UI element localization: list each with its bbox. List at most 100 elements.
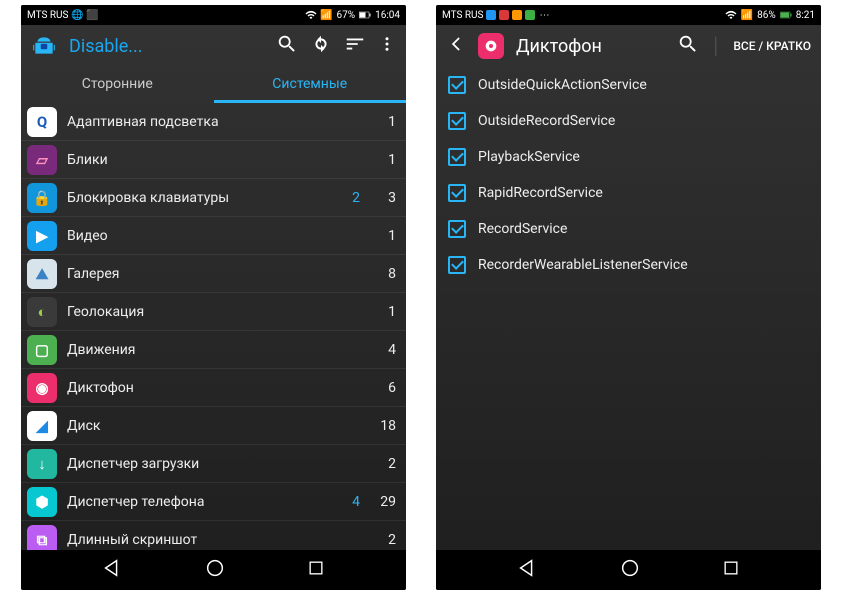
sort-icon[interactable]: [344, 33, 366, 59]
app-row-label: Блики: [67, 152, 324, 168]
app-row-label: Видео: [67, 228, 324, 244]
service-label: RecorderWearableListenerService: [478, 257, 688, 273]
app-row[interactable]: ◢ Диск 18: [21, 407, 406, 445]
app-row-label: Движения: [67, 342, 324, 358]
wifi-icon: [305, 9, 317, 21]
signal-icon: 📶: [321, 9, 333, 21]
app-list[interactable]: Q Адаптивная подсветка 1 ▱ Блики 1 🔒 Блокировка…: [21, 103, 406, 550]
status-icon: ⬛: [86, 9, 98, 21]
total-count: 2: [370, 532, 396, 548]
home-icon[interactable]: [204, 557, 226, 583]
service-label: PlaybackService: [478, 149, 580, 165]
app-row[interactable]: ◉ Диктофон 6: [21, 369, 406, 407]
app-row-label: Блокировка клавиатуры: [67, 190, 324, 206]
service-label: OutsideRecordService: [478, 113, 615, 129]
battery-icon: [359, 9, 371, 21]
checkbox-icon[interactable]: [448, 148, 466, 166]
app-row-label: Диспетчер телефона: [67, 494, 324, 510]
app-row[interactable]: ⛰ Галерея 8: [21, 255, 406, 293]
total-count: 8: [370, 266, 396, 282]
home-icon[interactable]: [619, 557, 641, 583]
signal-icon: 📶: [741, 9, 753, 21]
nav-bar: [21, 550, 406, 590]
tab-system[interactable]: Системные: [214, 67, 407, 103]
total-count: 2: [370, 456, 396, 472]
divider: │: [711, 36, 721, 56]
recent-icon[interactable]: [306, 558, 326, 582]
total-count: 1: [370, 152, 396, 168]
app-row-label: Диктофон: [67, 380, 324, 396]
app-icon: [478, 33, 504, 59]
total-count: 1: [370, 114, 396, 130]
tabs: Сторонние Системные: [21, 67, 406, 103]
battery-pct: 67%: [337, 10, 356, 21]
app-row-icon: ▶: [27, 221, 57, 251]
app-row[interactable]: ⬢ Диспетчер телефона 4 29: [21, 483, 406, 521]
recent-icon[interactable]: [721, 558, 741, 582]
battery-pct: 86%: [757, 10, 776, 21]
total-count: 29: [370, 494, 396, 510]
checkbox-icon[interactable]: [448, 112, 466, 130]
status-icon: [525, 10, 535, 20]
action-bar: Диктофон │ ВСЕ / КРАТКО: [436, 25, 821, 67]
service-row[interactable]: RapidRecordService: [436, 175, 821, 211]
app-row[interactable]: ◐Геолокация1: [21, 293, 406, 331]
app-row[interactable]: ▶ Видео 1: [21, 217, 406, 255]
total-count: 1: [370, 304, 396, 320]
app-icon: [31, 33, 57, 59]
service-label: OutsideQuickActionService: [478, 77, 647, 93]
total-count: 3: [370, 190, 396, 206]
service-row[interactable]: OutsideRecordService: [436, 103, 821, 139]
status-icon: [486, 10, 496, 20]
app-row-icon: Q: [27, 107, 57, 137]
back-icon[interactable]: [101, 557, 123, 583]
tab-third-party[interactable]: Сторонние: [21, 67, 214, 103]
app-row[interactable]: ▢Движения4: [21, 331, 406, 369]
checkbox-icon[interactable]: [448, 220, 466, 238]
service-list[interactable]: OutsideQuickActionService OutsideRecordSe…: [436, 67, 821, 550]
app-row-icon: ⬢: [27, 487, 57, 517]
total-count: 6: [370, 380, 396, 396]
app-row-label: Длинный скриншот: [67, 532, 324, 548]
app-row[interactable]: ↓Диспетчер загрузки2: [21, 445, 406, 483]
app-row[interactable]: Q Адаптивная подсветка 1: [21, 103, 406, 141]
app-row-label: Диск: [67, 418, 324, 434]
app-row[interactable]: ▱ Блики 1: [21, 141, 406, 179]
app-row-icon: ▢: [27, 335, 57, 365]
app-row-icon: ⛰: [27, 259, 57, 289]
clock: 8:21: [796, 10, 815, 21]
view-toggle-button[interactable]: ВСЕ / КРАТКО: [733, 39, 811, 53]
action-bar: Disable...: [21, 25, 406, 67]
checkbox-icon[interactable]: [448, 256, 466, 274]
app-row-icon: ◉: [27, 373, 57, 403]
search-icon[interactable]: [276, 33, 298, 59]
service-row[interactable]: PlaybackService: [436, 139, 821, 175]
back-arrow-icon[interactable]: [446, 34, 466, 58]
checkbox-icon[interactable]: [448, 184, 466, 202]
app-row-label: Адаптивная подсветка: [67, 114, 324, 130]
service-row[interactable]: OutsideQuickActionService: [436, 67, 821, 103]
checkbox-icon[interactable]: [448, 76, 466, 94]
status-icon: 🌐: [71, 9, 83, 21]
wifi-icon: [725, 9, 737, 21]
app-row[interactable]: 🔒Блокировка клавиатуры23: [21, 179, 406, 217]
refresh-icon[interactable]: [310, 33, 332, 59]
app-row-icon: ▱: [27, 145, 57, 175]
service-label: RapidRecordService: [478, 185, 603, 201]
back-icon[interactable]: [516, 557, 538, 583]
app-row[interactable]: ⧉Длинный скриншот2: [21, 521, 406, 550]
disabled-count: 4: [334, 494, 360, 510]
status-bar: MTS RUS 🌐 ⬛ 📶 67% 16:04: [21, 5, 406, 25]
status-icon: ⋯: [538, 9, 550, 21]
clock: 16:04: [375, 10, 400, 21]
app-title: Диктофон: [516, 36, 665, 57]
service-row[interactable]: RecordService: [436, 211, 821, 247]
service-row[interactable]: RecorderWearableListenerService: [436, 247, 821, 283]
total-count: 18: [370, 418, 396, 434]
app-row-icon: 🔒: [27, 183, 57, 213]
app-row-icon: ◢: [27, 411, 57, 441]
total-count: 1: [370, 228, 396, 244]
menu-icon[interactable]: [378, 33, 396, 59]
search-icon[interactable]: [677, 33, 699, 59]
app-row-label: Галерея: [67, 266, 324, 282]
